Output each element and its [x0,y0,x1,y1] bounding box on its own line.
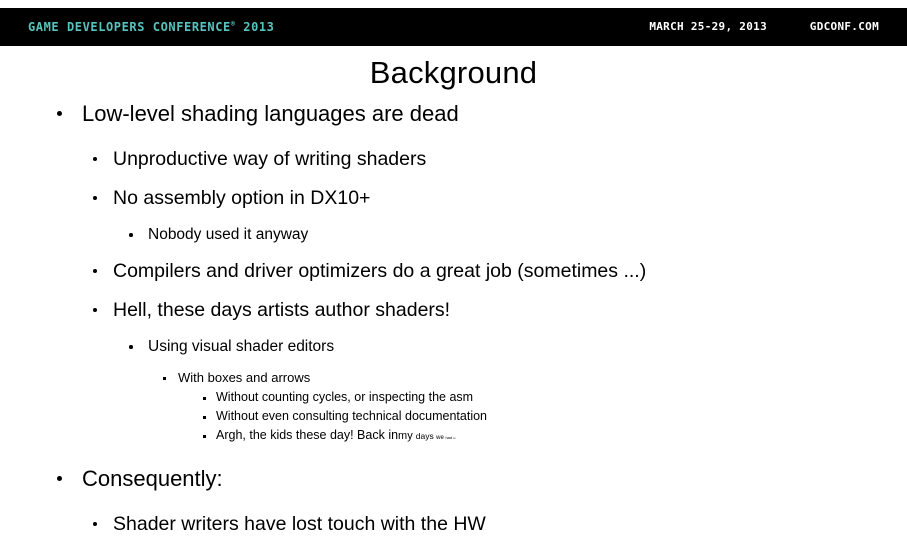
shrinking-text-part-2: days [415,431,437,441]
conference-dates: MARCH 25-29, 2013 [649,20,767,33]
bullet-text: Compilers and driver optimizers do a gre… [113,260,647,282]
bullet-text: Hell, these days artists author shaders! [113,299,451,321]
conference-url[interactable]: GDCONF.COM [810,20,879,33]
bullet-text: With boxes and arrows [178,370,311,385]
bullet-text: Without counting cycles, or inspecting t… [216,390,474,404]
bullet-marker-icon [57,476,62,481]
bullet-item-level3: Using visual shader editors [0,333,907,360]
bullet-item-level2: Compilers and driver optimizers do a gre… [0,255,907,287]
bullet-text: Shader writers have lost touch with the … [113,513,486,535]
bullet-marker-icon [57,111,62,116]
bullet-marker-icon [129,345,133,349]
bullet-item-level5: Without counting cycles, or inspecting t… [0,388,907,407]
shrinking-text-part-1: my [398,430,416,442]
bullet-text: Unproductive way of writing shaders [113,148,427,170]
bullet-text: Consequently: [82,466,223,491]
bullet-text: Using visual shader editors [148,338,335,355]
gdc-header-banner: GAME DEVELOPERS CONFERENCE® 2013 MARCH 2… [0,8,907,46]
bullet-text: Nobody used it anyway [148,226,309,243]
gdc-logo: GAME DEVELOPERS CONFERENCE® 2013 [28,19,274,34]
slide-body: Low-level shading languages are dead Unp… [0,98,907,540]
bullet-item-level2: Shader writers have lost touch with the … [0,508,907,540]
bullet-text: Without even consulting technical docume… [216,409,487,423]
bullet-marker-icon [129,233,133,237]
shrinking-text-part-5: to [453,437,456,440]
bullet-item-level2: Hell, these days artists author shaders! [0,294,907,326]
bullet-text: No assembly option in DX10+ [113,187,371,209]
bullet-item-level3: Nobody used it anyway [0,221,907,248]
gdc-logo-year: 2013 [235,19,275,34]
bullet-marker-icon [203,416,206,419]
bullet-marker-icon [93,308,97,312]
bullet-text: Low-level shading languages are dead [82,101,459,126]
bullet-item-level1: Consequently: [0,463,907,495]
bullet-marker-icon [203,397,206,400]
bullet-text: Argh, the kids these day! Back in [216,428,399,442]
bullet-marker-icon [93,196,97,200]
bullet-item-level5-shrinking: Argh, the kids these day! Back in my day… [0,426,907,445]
bullet-marker-icon [203,435,206,438]
gdc-logo-text: GAME DEVELOPERS CONFERENCE [28,19,231,34]
slide-title: Background [369,55,538,90]
bullet-item-level2: Unproductive way of writing shaders [0,143,907,175]
bullet-marker-icon [163,377,166,380]
bullet-item-level4: With boxes and arrows [0,367,907,388]
bullet-item-level2: No assembly option in DX10+ [0,182,907,214]
bullet-marker-icon [93,522,97,526]
bullet-item-level5: Without even consulting technical docume… [0,407,907,426]
bullet-item-level1: Low-level shading languages are dead [0,98,907,130]
bullet-marker-icon [93,157,97,161]
bullet-marker-icon [93,269,97,273]
